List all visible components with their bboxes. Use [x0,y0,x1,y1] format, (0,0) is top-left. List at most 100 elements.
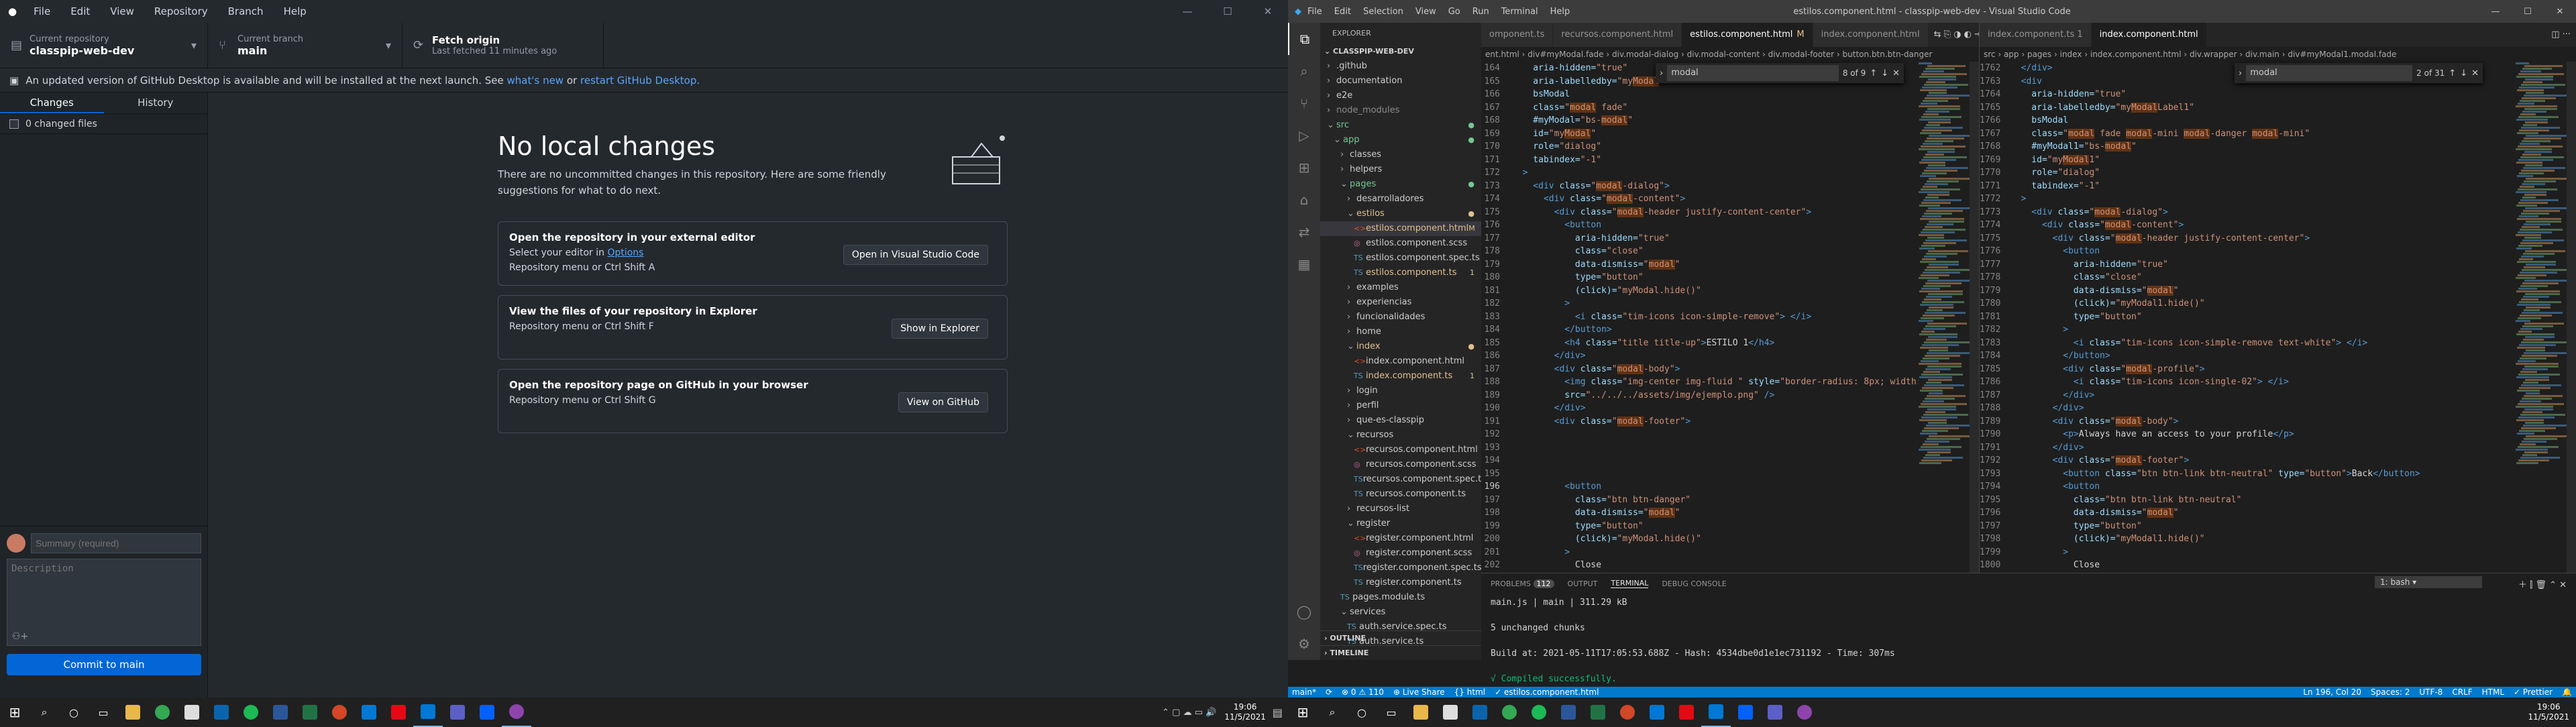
tab-terminal[interactable]: TERMINAL [1611,579,1649,588]
chrome-icon[interactable] [148,697,177,727]
editor-tab[interactable]: index.component.html [2091,23,2207,47]
select-all-checkbox[interactable] [9,119,19,129]
gh-menu-item[interactable]: Help [274,5,317,17]
notification-icon[interactable]: ▤ [1273,706,1283,719]
tree-item[interactable]: › login [1320,384,1481,398]
maximize-icon[interactable]: ☐ [2512,7,2544,17]
file-explorer-icon[interactable] [118,697,148,727]
timeline-section[interactable]: › TIMELINE [1320,645,1481,660]
task-view-icon[interactable]: ▭ [1377,697,1406,727]
github-desktop-taskbar-icon[interactable] [1790,697,1819,727]
status-item[interactable]: HTML [2482,687,2504,697]
source-control-icon[interactable]: ⑂ [1288,87,1320,119]
close-icon[interactable]: ✕ [1892,68,1900,78]
vs-menu-item[interactable]: Go [1442,7,1466,17]
tree-item[interactable]: ◎ recursos.component.scss [1320,457,1481,472]
status-item[interactable]: UTF-8 [2419,687,2443,697]
vs-menu-item[interactable]: Selection [1357,7,1409,17]
minimize-icon[interactable]: — [2479,7,2512,17]
arrow-up-icon[interactable]: ↑ [2449,68,2456,78]
editor-actions[interactable]: ⇆ ⎘ ◑ ◐ ⇥ ◫ ··· [1929,23,1979,47]
mail-icon[interactable] [207,697,236,727]
outline-section[interactable]: › OUTLINE [1320,630,1481,645]
tree-item[interactable]: › perfil [1320,398,1481,413]
netflix-icon[interactable] [1672,697,1701,727]
gear-icon[interactable]: ⚙ [1288,628,1320,660]
scrollbar[interactable] [1970,62,1979,573]
tab-output[interactable]: OUTPUT [1568,579,1598,588]
extensions-icon[interactable]: ⊞ [1288,152,1320,184]
options-link[interactable]: Options [607,247,643,258]
status-item[interactable]: Spaces: 2 [2371,687,2410,697]
status-item[interactable]: ✓ estilos.component.html [1495,687,1599,697]
tree-item[interactable]: ◎ register.component.scss [1320,546,1481,561]
tree-item[interactable]: ◎ estilos.component.scss [1320,236,1481,251]
tree-item[interactable]: › experiencias [1320,295,1481,310]
editor-tab[interactable]: omponent.ts [1481,23,1554,47]
file-explorer-icon[interactable] [1406,697,1436,727]
tree-item[interactable]: ⌄ pages ● [1320,177,1481,192]
tree-item[interactable]: TS recursos.component.spec.ts [1320,472,1486,487]
tree-item[interactable]: › que-es-classpip [1320,413,1481,428]
vs-menu-item[interactable]: Help [1544,7,1576,17]
minimap[interactable] [1919,62,1975,573]
arrow-up-icon[interactable]: ↑ [1870,68,1877,78]
status-item[interactable]: main* [1292,687,1316,697]
arrow-down-icon[interactable]: ↓ [1881,68,1888,78]
store-icon[interactable] [177,697,207,727]
tree-item[interactable]: › examples [1320,280,1481,295]
find-input[interactable]: modal [1667,65,1839,81]
vscode-taskbar-icon[interactable] [413,697,443,727]
netflix-icon[interactable] [384,697,413,727]
outlook-icon[interactable] [354,697,384,727]
status-item[interactable]: Ln 196, Col 20 [2303,687,2361,697]
status-item[interactable]: ⟳ [1326,687,1332,697]
gh-menu-item[interactable]: Branch [218,5,274,17]
summary-input[interactable] [31,533,201,553]
cortana-icon[interactable]: ○ [1347,697,1377,727]
restart-link[interactable]: restart GitHub Desktop. [580,74,700,87]
chevron-right-icon[interactable]: › [1660,68,1663,78]
vs-menu-item[interactable]: Terminal [1495,7,1544,17]
store-icon[interactable] [1436,697,1465,727]
fetch-origin-button[interactable]: ⟳ Fetch origin Last fetched 11 minutes ag… [402,23,604,68]
tree-item[interactable]: ⌄ services [1320,605,1481,620]
spotify-icon[interactable] [236,697,266,727]
status-item[interactable]: ⊗ 0 ⚠ 110 [1342,687,1384,697]
show-in-explorer-button[interactable]: Show in Explorer [892,319,988,339]
breadcrumb[interactable]: ent.html › div#myModal.fade › div.modal-… [1481,47,1979,62]
minimize-icon[interactable]: — [1167,5,1208,17]
powerpoint-icon[interactable] [325,697,354,727]
status-item[interactable]: CRLF [2452,687,2472,697]
tree-item[interactable]: TS index.component.ts 1 [1320,369,1481,384]
gh-menu-item[interactable]: Repository [144,5,218,17]
tree-item[interactable]: ⌄ src ● [1320,118,1481,133]
dropbox-icon[interactable] [1731,697,1760,727]
tree-item[interactable]: › helpers [1320,162,1481,177]
tree-item[interactable]: › funcionalidades [1320,310,1481,325]
search-icon[interactable]: ⌕ [1318,697,1347,727]
explorer-icon[interactable]: ⧉ [1288,23,1320,55]
tree-item[interactable]: › e2e [1320,89,1481,103]
tree-item[interactable]: TS recursos.component.ts [1320,487,1481,502]
start-button[interactable]: ⊞ [1288,697,1318,727]
gh-menu-item[interactable]: Edit [60,5,100,17]
tab-changes[interactable]: Changes [0,93,104,113]
gh-menu-item[interactable]: File [23,5,60,17]
tab-debug-console[interactable]: DEBUG CONSOLE [1662,579,1726,588]
terminal-output[interactable]: main.js | main | 311.29 kB 5 unchanged ch… [1481,594,2576,688]
tab-problems[interactable]: PROBLEMS 112 [1491,579,1554,588]
tree-item[interactable]: › .github [1320,59,1481,74]
start-button[interactable]: ⊞ [0,697,30,727]
powerpoint-icon[interactable] [1613,697,1642,727]
tree-item[interactable]: › home [1320,325,1481,339]
live-share-icon[interactable]: ⇄ [1288,216,1320,248]
tree-item[interactable]: <> index.component.html [1320,354,1481,369]
terminal-select[interactable]: 1: bash ▾ [2375,576,2482,588]
bell-icon[interactable]: 🔔 [2562,687,2572,697]
vs-menu-item[interactable]: Run [1466,7,1495,17]
tree-item[interactable]: <> estilos.component.html M [1320,221,1481,236]
system-tray[interactable]: ⌃ ▢ ☁ ▭ 🔊 [1162,708,1216,718]
commit-button[interactable]: Commit to main [7,654,201,675]
remote-icon[interactable]: ⌂ [1288,184,1320,216]
